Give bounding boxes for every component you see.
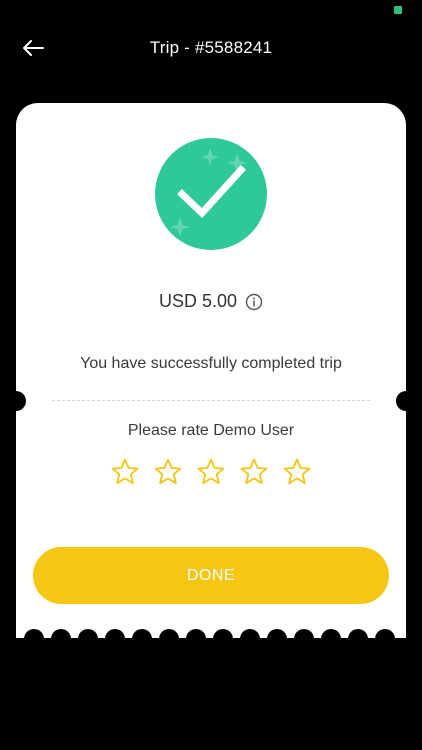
star-outline-icon[interactable] [239, 457, 269, 487]
page-title: Trip - #5588241 [149, 38, 273, 57]
ticket-notch-right [396, 391, 416, 411]
completion-message: You have successfully completed trip [80, 355, 342, 372]
star-outline-icon[interactable] [282, 457, 312, 487]
ticket-notch-left [6, 391, 26, 411]
info-icon[interactable] [245, 293, 263, 311]
fare-amount: USD 5.00 [158, 291, 238, 311]
fare-row: USD 5.00 [16, 291, 406, 312]
star-outline-icon[interactable] [196, 457, 226, 487]
rating-stars [16, 457, 406, 487]
star-outline-icon[interactable] [153, 457, 183, 487]
checkmark-icon [170, 148, 247, 237]
dashed-divider [52, 400, 370, 401]
rate-prompt: Please rate Demo User [127, 422, 295, 439]
done-button[interactable]: DONE [33, 547, 389, 604]
success-badge [155, 138, 267, 250]
trip-summary-card: USD 5.00 You have successfully completed… [6, 103, 416, 638]
star-outline-icon[interactable] [110, 457, 140, 487]
top-bar: Trip - #5588241 [0, 28, 422, 68]
ticket-scallop-edge [16, 628, 406, 648]
battery-icon [394, 6, 402, 14]
